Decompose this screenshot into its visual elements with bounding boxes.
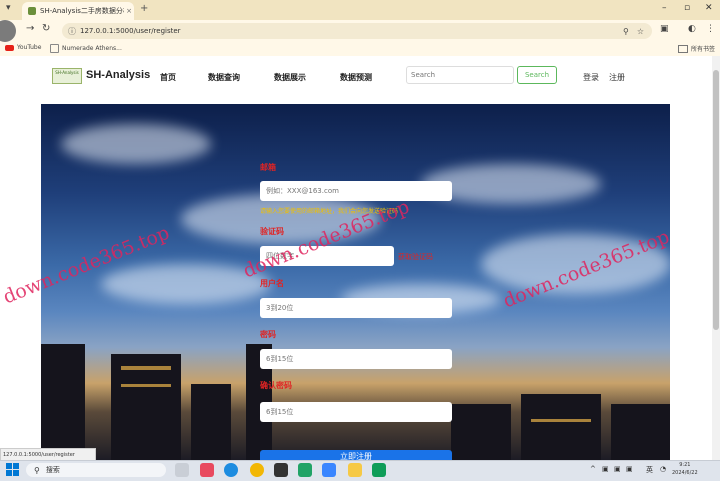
clock-date: 2024/6/22 [672,470,698,476]
tray-app-icon[interactable]: ▣ [614,465,621,473]
youtube-icon [5,44,14,51]
tab-list-icon[interactable]: ▾ [6,3,11,13]
nav-home[interactable]: 首页 [160,72,176,83]
menu-icon[interactable]: ⋮ [706,24,715,34]
nav-data-query[interactable]: 数据查询 [208,72,240,83]
profile-icon[interactable]: ◐ [688,24,696,34]
app-icon[interactable] [274,463,288,477]
forward-icon[interactable]: → [26,23,34,34]
ime-indicator[interactable]: 英 [646,465,653,475]
bookmark-label: YouTube [17,44,42,51]
scrollbar-thumb[interactable] [713,70,719,330]
taskbar-search-label: 搜索 [45,466,60,474]
pycharm-icon[interactable] [298,463,312,477]
bookmark-label: Numerade Athens... [62,45,122,52]
close-tab-icon[interactable]: × [124,7,134,15]
taskbar-search[interactable]: ⚲ 搜索 [26,463,166,477]
login-link[interactable]: 登录 [583,72,599,83]
bookmark-youtube[interactable]: YouTube [5,44,41,51]
nav-data-display[interactable]: 数据展示 [274,72,306,83]
all-bookmarks[interactable]: 所有书签 [678,44,715,53]
taskbar-clock[interactable]: 9:21 2024/6/22 [672,461,698,477]
confirm-password-field[interactable] [260,402,452,422]
nav-data-prediction[interactable]: 数据预测 [340,72,372,83]
minimize-icon[interactable]: – [662,3,667,13]
file-explorer-icon[interactable] [348,463,362,477]
bookmark-numerade[interactable]: Numerade Athens... [50,44,122,53]
app-icon[interactable] [200,463,214,477]
search-button[interactable]: Search [517,66,557,84]
maximize-icon[interactable]: ▫ [684,3,690,13]
new-tab-icon[interactable]: + [140,3,148,14]
get-code-button[interactable]: 获取验证码 [398,252,433,262]
close-window-icon[interactable]: ✕ [705,3,713,13]
tray-app-icon[interactable]: ▣ [602,465,609,473]
zoom-icon[interactable]: ⚲ [623,27,629,36]
task-view-icon[interactable] [175,463,189,477]
confirm-password-label: 确认密码 [260,381,292,390]
chrome-icon[interactable] [250,463,264,477]
url-text: 127.0.0.1:5000/user/register [80,27,181,35]
email-field[interactable] [260,181,452,201]
network-icon[interactable]: ◔ [660,465,666,473]
clock-time: 9:21 [679,462,691,468]
windows-start-icon[interactable] [6,463,20,477]
verification-code-label: 验证码 [260,227,284,236]
app-icon[interactable] [372,463,386,477]
tray-app-icon[interactable]: ▣ [626,465,633,473]
search-input[interactable] [406,66,514,84]
site-info-icon[interactable]: ⓘ [68,26,76,37]
app-icon[interactable] [322,463,336,477]
password-field[interactable] [260,349,452,369]
tray-chevron-icon[interactable]: ^ [590,465,596,473]
browser-tab[interactable]: SH-Analysis二手房数据分析 × [22,2,134,20]
username-label: 用户名 [260,279,284,288]
address-bar[interactable]: ⓘ 127.0.0.1:5000/user/register ⚲ ☆ [62,23,652,39]
bookmark-star-icon[interactable]: ☆ [637,27,644,36]
site-favicon-icon [28,7,36,15]
search-icon: ⚲ [34,465,40,475]
tab-title: SH-Analysis二手房数据分析 [40,7,124,15]
reload-icon[interactable]: ↻ [42,23,50,34]
email-label: 邮箱 [260,163,276,172]
brand-name[interactable]: SH-Analysis [86,69,150,81]
register-link[interactable]: 注册 [609,72,625,83]
username-field[interactable] [260,298,452,318]
edge-icon[interactable] [224,463,238,477]
site-logo[interactable]: SH-Analysis [52,68,82,84]
bookmark-label: 所有书签 [691,46,716,53]
folder-icon [678,44,688,53]
globe-icon [50,44,59,53]
password-label: 密码 [260,330,276,339]
extensions-icon[interactable]: ▣ [660,24,669,34]
